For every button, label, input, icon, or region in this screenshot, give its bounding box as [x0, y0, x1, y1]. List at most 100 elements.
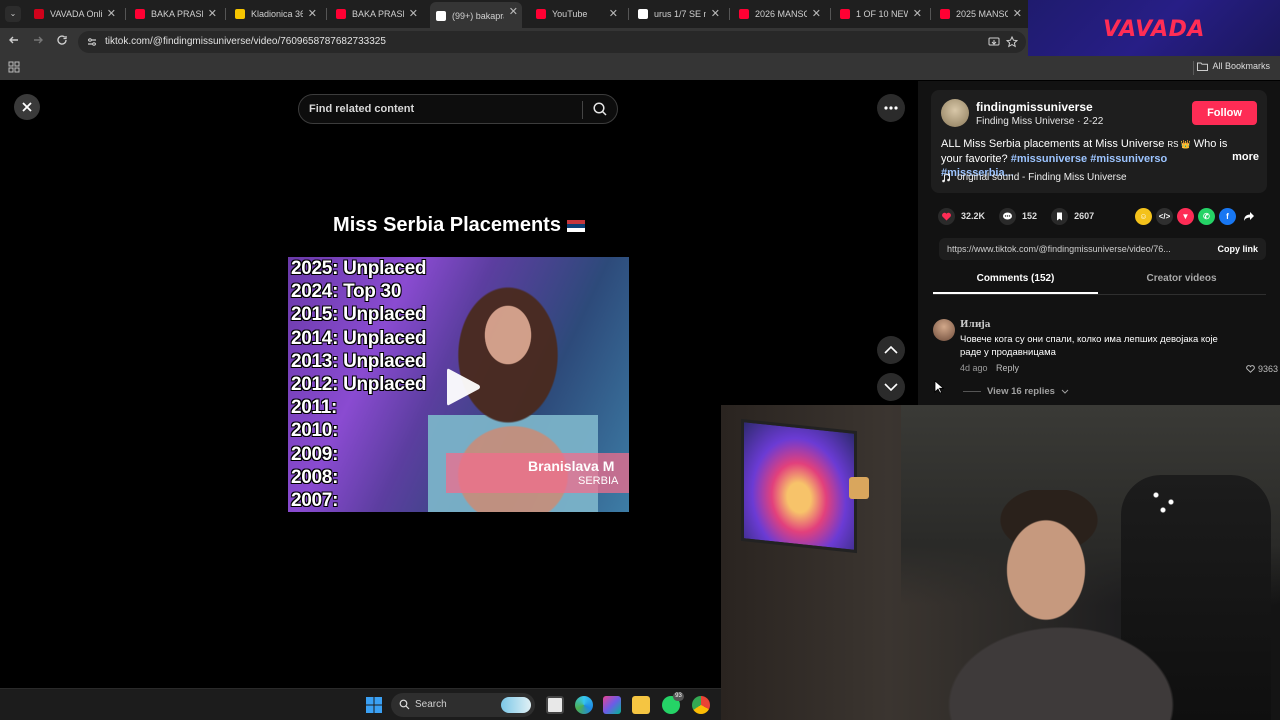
browser-tab[interactable]: 2025 MANSOR ✕	[934, 4, 1026, 24]
all-bookmarks-button[interactable]: All Bookmarks	[1197, 61, 1270, 71]
video-title-text: Miss Serbia Placements	[333, 214, 561, 236]
sound-link[interactable]: original sound - Finding Miss Universe	[941, 172, 1127, 183]
tab-comments[interactable]: Comments (152)	[933, 273, 1098, 284]
browser-tab[interactable]: urus 1/7 SE ma ✕	[632, 4, 724, 24]
facebook-icon[interactable]: f	[1219, 208, 1236, 225]
tab-close-icon[interactable]: ✕	[409, 7, 418, 20]
chevron-up-icon	[884, 346, 898, 354]
windows-start-icon[interactable]	[366, 697, 382, 713]
browser-tab[interactable]: BAKA PRASE X ✕	[330, 4, 422, 24]
tab-favicon-icon	[436, 11, 446, 21]
comment-button[interactable]: 152	[999, 207, 1037, 225]
address-bar[interactable]: tiktok.com/@findingmissuniverse/video/76…	[78, 31, 1026, 53]
close-video-button[interactable]	[14, 94, 40, 120]
file-explorer-icon[interactable]	[632, 696, 650, 714]
send-to-friends-icon[interactable]: ▼	[1177, 208, 1194, 225]
coin-icon[interactable]: ☺	[1135, 208, 1152, 225]
placements-list: 2025: Unplaced 2024: Top 30 2015: Unplaced…	[291, 257, 427, 512]
tab-creator-videos[interactable]: Creator videos	[1099, 273, 1264, 284]
chrome-icon[interactable]	[692, 696, 710, 714]
author-avatar[interactable]	[941, 99, 969, 127]
tab-search-chevron-icon[interactable]: ⌄	[5, 6, 21, 22]
search-icon[interactable]	[592, 101, 608, 117]
share-link-text[interactable]: https://www.tiktok.com/@findingmissunive…	[947, 244, 1197, 254]
tab-close-icon[interactable]: ✕	[509, 5, 518, 18]
search-divider	[582, 101, 583, 119]
ellipsis-icon	[884, 106, 898, 110]
commenter-name[interactable]: Илија	[960, 320, 991, 330]
back-arrow-icon[interactable]	[6, 34, 22, 50]
comment-text: Човече кога су они спали, колко има лепш…	[960, 334, 1218, 358]
previous-video-button[interactable]	[877, 336, 905, 364]
tab-separator	[830, 8, 831, 20]
placement-line: 2008:	[291, 466, 339, 488]
reload-icon[interactable]	[54, 34, 70, 50]
video-frame[interactable]: Branislava M SERBIA 2025: Unplaced 2024: …	[288, 257, 629, 512]
browser-tab[interactable]: 1 OF 10 NEW L ✕	[834, 4, 926, 24]
tab-close-icon[interactable]: ✕	[711, 7, 720, 20]
cam-lamp	[849, 477, 869, 499]
reply-button[interactable]: Reply	[996, 363, 1019, 373]
share-link-box: https://www.tiktok.com/@findingmissunive…	[939, 238, 1266, 260]
url-text[interactable]: tiktok.com/@findingmissuniverse/video/76…	[105, 36, 386, 47]
share-arrow-icon[interactable]	[1240, 208, 1257, 225]
commenter-avatar[interactable]	[933, 319, 955, 341]
windows-taskbar: Search 93	[0, 688, 721, 720]
more-options-button[interactable]	[877, 94, 905, 122]
author-username[interactable]: findingmissuniverse	[976, 100, 1093, 114]
tab-close-icon[interactable]: ✕	[308, 7, 317, 20]
tab-close-icon[interactable]: ✕	[107, 7, 116, 20]
webcam-overlay	[721, 405, 1280, 720]
serbia-flag-icon	[566, 219, 585, 232]
view-replies-button[interactable]: View 16 replies	[963, 386, 1069, 397]
play-icon[interactable]	[443, 365, 483, 409]
more-link[interactable]: more	[1232, 151, 1259, 163]
browser-tab[interactable]: BAKA PRASE X ✕	[129, 4, 221, 24]
browser-tab[interactable]: YouTube ✕	[530, 4, 622, 24]
tab-close-icon[interactable]: ✕	[208, 7, 217, 20]
edge-icon[interactable]	[575, 696, 593, 714]
tab-close-icon[interactable]: ✕	[812, 7, 821, 20]
browser-tab[interactable]: VAVADA Online ✕	[28, 4, 120, 24]
description-text: ALL Miss Serbia placements at Miss Unive…	[941, 138, 1168, 150]
bookmarks-bar: All Bookmarks	[0, 56, 1280, 80]
find-related-search[interactable]: Find related content	[298, 94, 618, 124]
whatsapp-icon[interactable]: ✆	[1198, 208, 1215, 225]
tab-title: 1 OF 10 NEW L	[856, 9, 908, 19]
tab-close-icon[interactable]: ✕	[1013, 7, 1022, 20]
tab-favicon-icon	[940, 9, 950, 19]
task-view-icon[interactable]	[546, 696, 564, 714]
streamer	[931, 490, 1181, 720]
install-app-icon[interactable]	[988, 36, 1000, 48]
tab-title: 2026 MANSOR	[755, 9, 807, 19]
taskbar-search[interactable]: Search	[391, 693, 535, 717]
like-button[interactable]: 32.2K	[938, 207, 985, 225]
bookmark-star-icon[interactable]	[1006, 36, 1018, 48]
copilot-icon[interactable]	[603, 696, 621, 714]
ad-brand: VAVADA	[1103, 16, 1205, 42]
next-video-button[interactable]	[877, 373, 905, 401]
comment-like-button[interactable]: 9363	[1246, 364, 1278, 374]
browser-tab[interactable]: Kladionica 365 ✕	[229, 4, 321, 24]
tab-favicon-icon	[739, 9, 749, 19]
placement-line: 2013: Unplaced	[291, 350, 427, 372]
follow-button[interactable]: Follow	[1192, 101, 1257, 125]
tab-close-icon[interactable]: ✕	[913, 7, 922, 20]
folder-icon	[1197, 62, 1209, 71]
vavada-ad-banner[interactable]: VAVADA	[1028, 0, 1280, 58]
embed-code-icon[interactable]: </>	[1156, 208, 1173, 225]
browser-tab[interactable]: (99+) bakapras ✕	[430, 2, 522, 28]
favorite-button[interactable]: 2607	[1051, 207, 1094, 225]
nameplate-name: Branislava M	[528, 458, 615, 474]
video-overlay-title: Miss Serbia Placements	[288, 214, 630, 237]
forward-arrow-icon[interactable]	[30, 34, 46, 50]
replies-line	[963, 391, 981, 392]
site-info-icon[interactable]	[87, 37, 97, 47]
copy-link-button[interactable]: Copy link	[1217, 244, 1258, 254]
action-bar: 32.2K 152 2607	[938, 207, 1108, 225]
music-note-icon	[942, 172, 950, 182]
placement-line: 2011:	[291, 397, 338, 419]
tab-close-icon[interactable]: ✕	[609, 7, 618, 20]
apps-grid-icon[interactable]	[8, 61, 20, 73]
browser-tab[interactable]: 2026 MANSOR ✕	[733, 4, 825, 24]
